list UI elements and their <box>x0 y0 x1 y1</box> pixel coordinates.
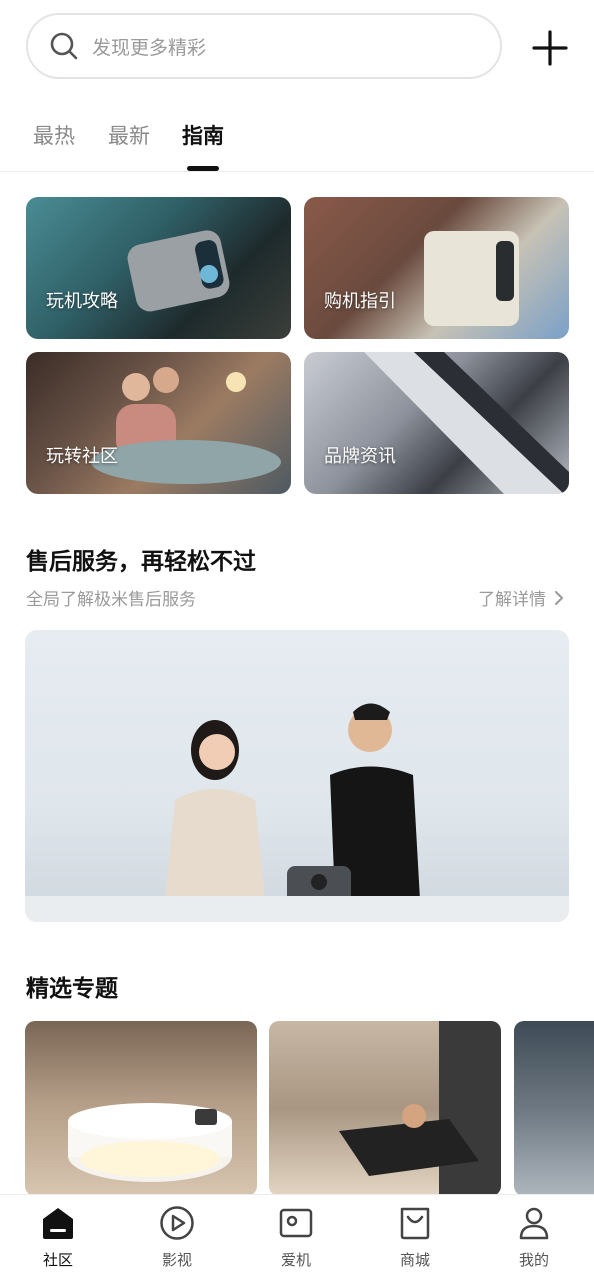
guide-card-buying[interactable]: 购机指引 <box>304 197 569 339</box>
tab-guide[interactable]: 指南 <box>182 120 224 150</box>
add-button[interactable] <box>530 28 570 68</box>
learn-more-link[interactable]: 了解详情 <box>478 585 566 610</box>
service-staff-image <box>165 703 420 912</box>
learn-more-label: 了解详情 <box>478 590 546 610</box>
featured-card[interactable] <box>514 1021 594 1196</box>
tab-latest[interactable]: 最新 <box>108 120 150 150</box>
after-sales-banner[interactable] <box>25 630 569 922</box>
home-icon <box>43 1208 73 1239</box>
nav-label: 商城 <box>399 1251 430 1269</box>
featured-card[interactable] <box>25 1021 257 1196</box>
table-surface <box>25 896 569 922</box>
tab-hottest[interactable]: 最热 <box>33 120 75 150</box>
nav-item-devices[interactable]: 爱机 <box>256 1205 336 1270</box>
technician-image <box>339 1021 501 1196</box>
guide-card-tips[interactable]: 玩机攻略 <box>26 197 291 339</box>
guide-card-label: 玩转社区 <box>46 446 118 467</box>
nav-item-mall[interactable]: 商城 <box>375 1205 455 1270</box>
chevron-right-icon <box>555 590 563 605</box>
divider <box>0 171 594 172</box>
guide-card-label: 购机指引 <box>324 291 396 312</box>
shopping-bag-icon <box>400 1207 430 1240</box>
search-input[interactable]: 发现更多精彩 <box>26 13 502 79</box>
projector-image <box>364 352 569 494</box>
nav-label: 社区 <box>42 1251 73 1269</box>
featured-card[interactable] <box>269 1021 501 1196</box>
nav-label: 影视 <box>161 1251 192 1269</box>
bottom-navigation: 社区 影视 爱机 商城 我的 <box>0 1194 594 1281</box>
search-placeholder: 发现更多精彩 <box>92 36 207 59</box>
guide-card-label: 玩机攻略 <box>46 291 118 312</box>
section-subtitle: 全局了解极米售后服务 <box>26 590 196 610</box>
ceiling-projector-image <box>68 1103 232 1182</box>
guide-card-brand-news[interactable]: 品牌资讯 <box>304 352 569 494</box>
nav-label: 我的 <box>518 1251 549 1269</box>
nav-item-community[interactable]: 社区 <box>18 1205 98 1270</box>
guide-card-label: 品牌资讯 <box>324 446 396 467</box>
play-icon <box>160 1206 194 1240</box>
section-title: 售后服务，再轻松不过 <box>26 549 256 575</box>
nav-item-profile[interactable]: 我的 <box>494 1205 574 1270</box>
projector-icon <box>279 1208 313 1238</box>
person-icon <box>519 1207 549 1240</box>
search-icon <box>50 32 78 60</box>
nav-label: 爱机 <box>280 1251 311 1269</box>
projector-image <box>424 231 519 326</box>
nav-item-videos[interactable]: 影视 <box>137 1205 217 1270</box>
featured-title: 精选专题 <box>26 976 118 1002</box>
projector-image <box>127 230 230 312</box>
people-image <box>91 367 281 484</box>
guide-card-community[interactable]: 玩转社区 <box>26 352 291 494</box>
